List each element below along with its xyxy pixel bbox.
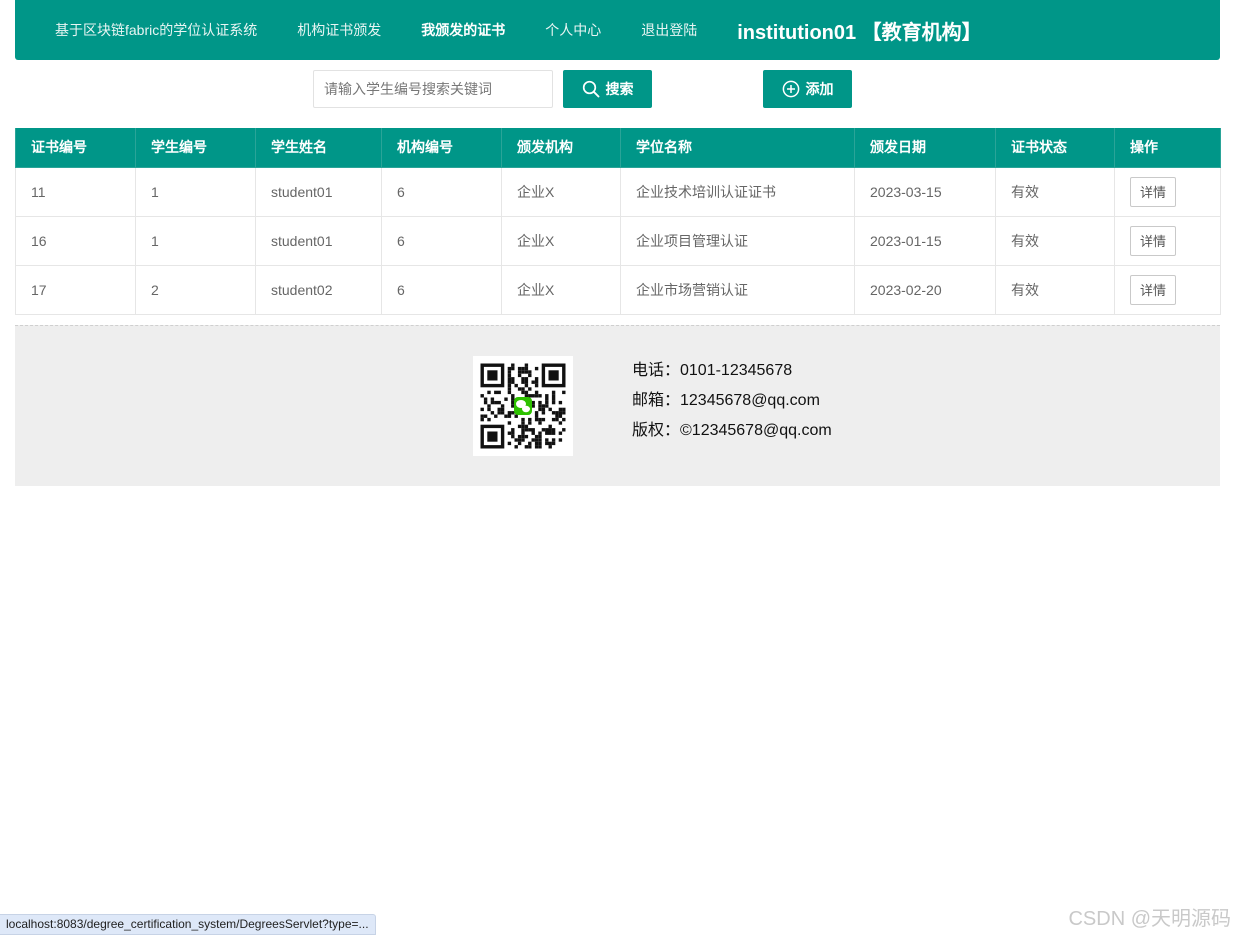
add-button[interactable]: 添加 [763, 70, 852, 108]
cell-issuer: 企业X [501, 166, 621, 217]
cell-institution-id: 6 [381, 215, 502, 266]
plus-circle-icon [782, 80, 799, 98]
page-footer: 电话：0101-12345678 邮箱：12345678@qq.com 版权：©… [15, 325, 1220, 486]
cell-actions: 详情 [1114, 264, 1221, 315]
contact-copyright: 版权：©12345678@qq.com [632, 422, 832, 439]
cell-actions: 详情 [1114, 215, 1221, 266]
cell-student-id: 1 [135, 166, 256, 217]
contact-info: 电话：0101-12345678 邮箱：12345678@qq.com 版权：©… [632, 356, 832, 446]
header-institution-id: 机构编号 [381, 128, 502, 168]
cell-issuer: 企业X [501, 215, 621, 266]
header-issuer: 颁发机构 [501, 128, 621, 168]
add-button-label: 添加 [805, 81, 834, 97]
header-student-name: 学生姓名 [255, 128, 382, 168]
header-issue-date: 颁发日期 [854, 128, 996, 168]
nav-home[interactable]: 基于区块链fabric的学位认证系统 [55, 20, 257, 40]
cell-student-id: 1 [135, 215, 256, 266]
cell-issue-date: 2023-03-15 [854, 166, 996, 217]
search-icon [582, 80, 599, 98]
nav-profile[interactable]: 个人中心 [545, 20, 601, 40]
wechat-qr-icon [473, 356, 573, 456]
detail-button[interactable]: 详情 [1130, 176, 1176, 207]
certificates-table: 证书编号 学生编号 学生姓名 机构编号 颁发机构 学位名称 颁发日期 证书状态 … [15, 128, 1221, 315]
detail-button[interactable]: 详情 [1130, 274, 1176, 305]
header-actions: 操作 [1114, 128, 1221, 168]
contact-phone: 电话：0101-12345678 [632, 362, 793, 379]
cell-issuer: 企业X [501, 264, 621, 315]
browser-status-bar: localhost:8083/degree_certification_syst… [0, 914, 376, 935]
cell-student-id: 2 [135, 264, 256, 315]
cell-cert-id: 16 [15, 215, 136, 266]
cell-student-name: student02 [255, 264, 382, 315]
search-button-label: 搜索 [605, 81, 634, 97]
table-row: 11 1 student01 6 企业X 企业技术培训认证证书 2023-03-… [15, 166, 1221, 217]
table-row: 17 2 student02 6 企业X 企业市场营销认证 2023-02-20… [15, 264, 1221, 315]
nav-logout[interactable]: 退出登陆 [641, 20, 697, 40]
header-degree-name: 学位名称 [620, 128, 855, 168]
cell-actions: 详情 [1114, 166, 1221, 217]
certificates-table-container: 证书编号 学生编号 学生姓名 机构编号 颁发机构 学位名称 颁发日期 证书状态 … [15, 128, 1221, 315]
cell-degree-name: 企业市场营销认证 [620, 264, 855, 315]
cell-cert-id: 11 [15, 166, 136, 217]
header-student-id: 学生编号 [135, 128, 256, 168]
current-user-label: institution01 【教育机构】 [737, 21, 982, 44]
cell-issue-date: 2023-02-20 [854, 264, 996, 315]
header-cert-id: 证书编号 [15, 128, 136, 168]
cell-student-name: student01 [255, 215, 382, 266]
nav-issue-certificate[interactable]: 机构证书颁发 [297, 20, 381, 40]
search-input[interactable] [313, 70, 553, 108]
cell-cert-id: 17 [15, 264, 136, 315]
search-button[interactable]: 搜索 [563, 70, 652, 108]
cell-degree-name: 企业技术培训认证证书 [620, 166, 855, 217]
cell-institution-id: 6 [381, 166, 502, 217]
cell-degree-name: 企业项目管理认证 [620, 215, 855, 266]
cell-student-name: student01 [255, 166, 382, 217]
contact-email: 邮箱：12345678@qq.com [632, 392, 820, 409]
cell-institution-id: 6 [381, 264, 502, 315]
cell-status: 有效 [995, 215, 1115, 266]
header-status: 证书状态 [995, 128, 1115, 168]
table-header-row: 证书编号 学生编号 学生姓名 机构编号 颁发机构 学位名称 颁发日期 证书状态 … [15, 128, 1221, 168]
table-row: 16 1 student01 6 企业X 企业项目管理认证 2023-01-15… [15, 215, 1221, 266]
cell-issue-date: 2023-01-15 [854, 215, 996, 266]
nav-my-certificates[interactable]: 我颁发的证书 [421, 20, 505, 40]
cell-status: 有效 [995, 264, 1115, 315]
detail-button[interactable]: 详情 [1130, 225, 1176, 256]
watermark: CSDN @天明源码 [1068, 908, 1231, 930]
cell-status: 有效 [995, 166, 1115, 217]
top-navbar: 基于区块链fabric的学位认证系统 机构证书颁发 我颁发的证书 个人中心 退出… [15, 0, 1220, 60]
